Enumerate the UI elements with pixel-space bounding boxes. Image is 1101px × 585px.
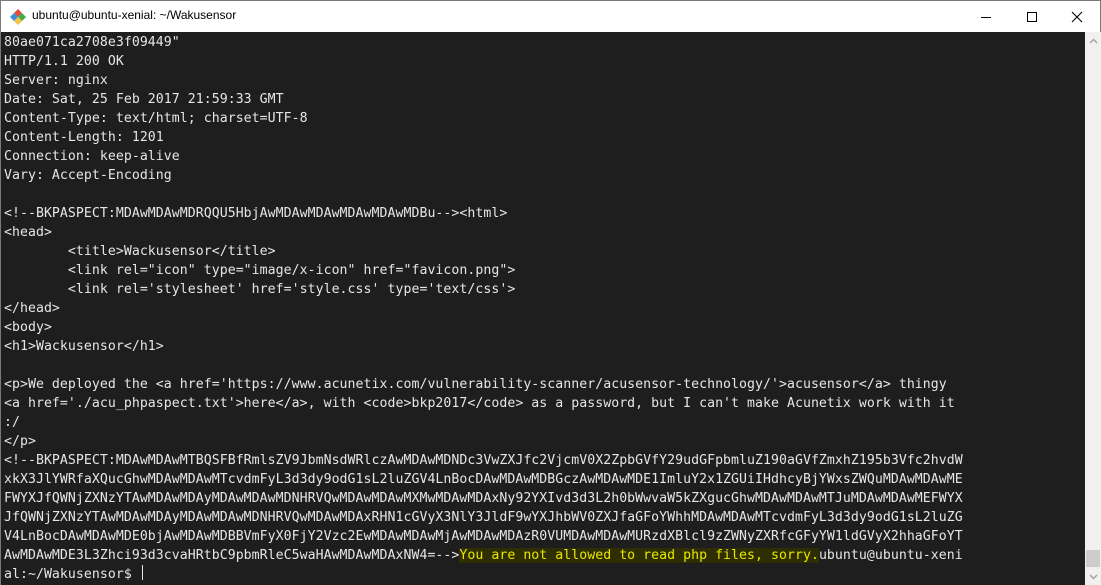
chevron-down-icon bbox=[1089, 574, 1097, 579]
output-line: <!--BKPASPECT:MDAwMDAwMDRQQU5HbjAwMDAwMD… bbox=[4, 206, 508, 221]
output-line: <link rel='stylesheet' href='style.css' … bbox=[4, 282, 516, 297]
output-line: 80ae071ca2708e3f09449" bbox=[4, 35, 180, 50]
output-line: <a href='./acu_phpaspect.txt'>here</a>, … bbox=[4, 396, 955, 411]
output-line: Content-Type: text/html; charset=UTF-8 bbox=[4, 111, 308, 126]
maximize-button[interactable] bbox=[1009, 1, 1055, 32]
chevron-up-icon bbox=[1089, 38, 1097, 43]
scroll-down-button[interactable] bbox=[1085, 568, 1101, 585]
output-line: Connection: keep-alive bbox=[4, 149, 180, 164]
output-line: JfQWNjZXNzYTAwMDAwMDAyMDAwMDAwMDNHRVQwMD… bbox=[4, 510, 963, 525]
maximize-icon bbox=[1027, 11, 1037, 22]
output-line: <head> bbox=[4, 225, 52, 240]
output-line: <title>Wackusensor</title> bbox=[4, 244, 276, 259]
output-line: <!--BKPASPECT:MDAwMDAwMTBQSFBfRmlsZV9Jbm… bbox=[4, 453, 963, 468]
output-line: Server: nginx bbox=[4, 73, 108, 88]
output-line: FWYXJfQWNjZXNzYTAwMDAwMDAyMDAwMDAwMDNHRV… bbox=[4, 491, 963, 506]
output-line: <link rel="icon" type="image/x-icon" hre… bbox=[4, 263, 516, 278]
base64-comment-tail: AwMDAwMDE3L3Zhci93d3cvaHRtbC9pbmRleC5waH… bbox=[4, 548, 460, 563]
scrollbar-thumb[interactable] bbox=[1086, 550, 1100, 567]
close-button[interactable] bbox=[1054, 1, 1100, 32]
output-line: V4LnBocDAwMDAwMDE0bjAwMDAwMDBBVmFyX0FjY2… bbox=[4, 529, 963, 544]
minimize-button[interactable] bbox=[963, 1, 1009, 32]
output-line: </head> bbox=[4, 301, 60, 316]
scroll-up-button[interactable] bbox=[1085, 32, 1101, 49]
window-title: ubuntu@ubuntu-xenial: ~/Wakusensor bbox=[32, 8, 237, 22]
output-line: Vary: Accept-Encoding bbox=[4, 168, 172, 183]
output-line: :/ bbox=[4, 415, 20, 430]
vertical-scrollbar[interactable] bbox=[1085, 32, 1101, 585]
terminal-output[interactable]: 80ae071ca2708e3f09449" HTTP/1.1 200 OK S… bbox=[1, 32, 1085, 585]
title-bar[interactable]: ubuntu@ubuntu-xenial: ~/Wakusensor bbox=[1, 1, 1100, 32]
error-message: You are not allowed to read php files, s… bbox=[459, 548, 819, 563]
git-bash-diamond-icon bbox=[10, 9, 26, 25]
output-line: <h1>Wackusensor</h1> bbox=[4, 339, 164, 354]
output-line: xkX3JlYWRfaXQucGhwMDAwMDAwMTcvdmFyL3d3dy… bbox=[4, 472, 963, 487]
close-icon bbox=[1071, 11, 1083, 22]
output-line-final: AwMDAwMDE3L3Zhci93d3cvaHRtbC9pbmRleC5waH… bbox=[4, 546, 963, 565]
prompt-wrap: ubuntu@ubuntu-xeni bbox=[818, 548, 963, 563]
prompt-line[interactable]: al:~/Wakusensor$ bbox=[4, 565, 143, 584]
output-line: <p>We deployed the <a href='https://www.… bbox=[4, 377, 947, 392]
output-line: Date: Sat, 25 Feb 2017 21:59:33 GMT bbox=[4, 92, 284, 107]
shell-prompt: al:~/Wakusensor$ bbox=[4, 567, 140, 582]
output-line: HTTP/1.1 200 OK bbox=[4, 54, 124, 69]
text-cursor bbox=[141, 565, 143, 580]
terminal-window: ubuntu@ubuntu-xenial: ~/Wakusensor 80ae0… bbox=[0, 0, 1101, 585]
output-line: Content-Length: 1201 bbox=[4, 130, 164, 145]
output-line: <body> bbox=[4, 320, 52, 335]
minimize-icon bbox=[981, 16, 991, 18]
output-line: </p> bbox=[4, 434, 36, 449]
